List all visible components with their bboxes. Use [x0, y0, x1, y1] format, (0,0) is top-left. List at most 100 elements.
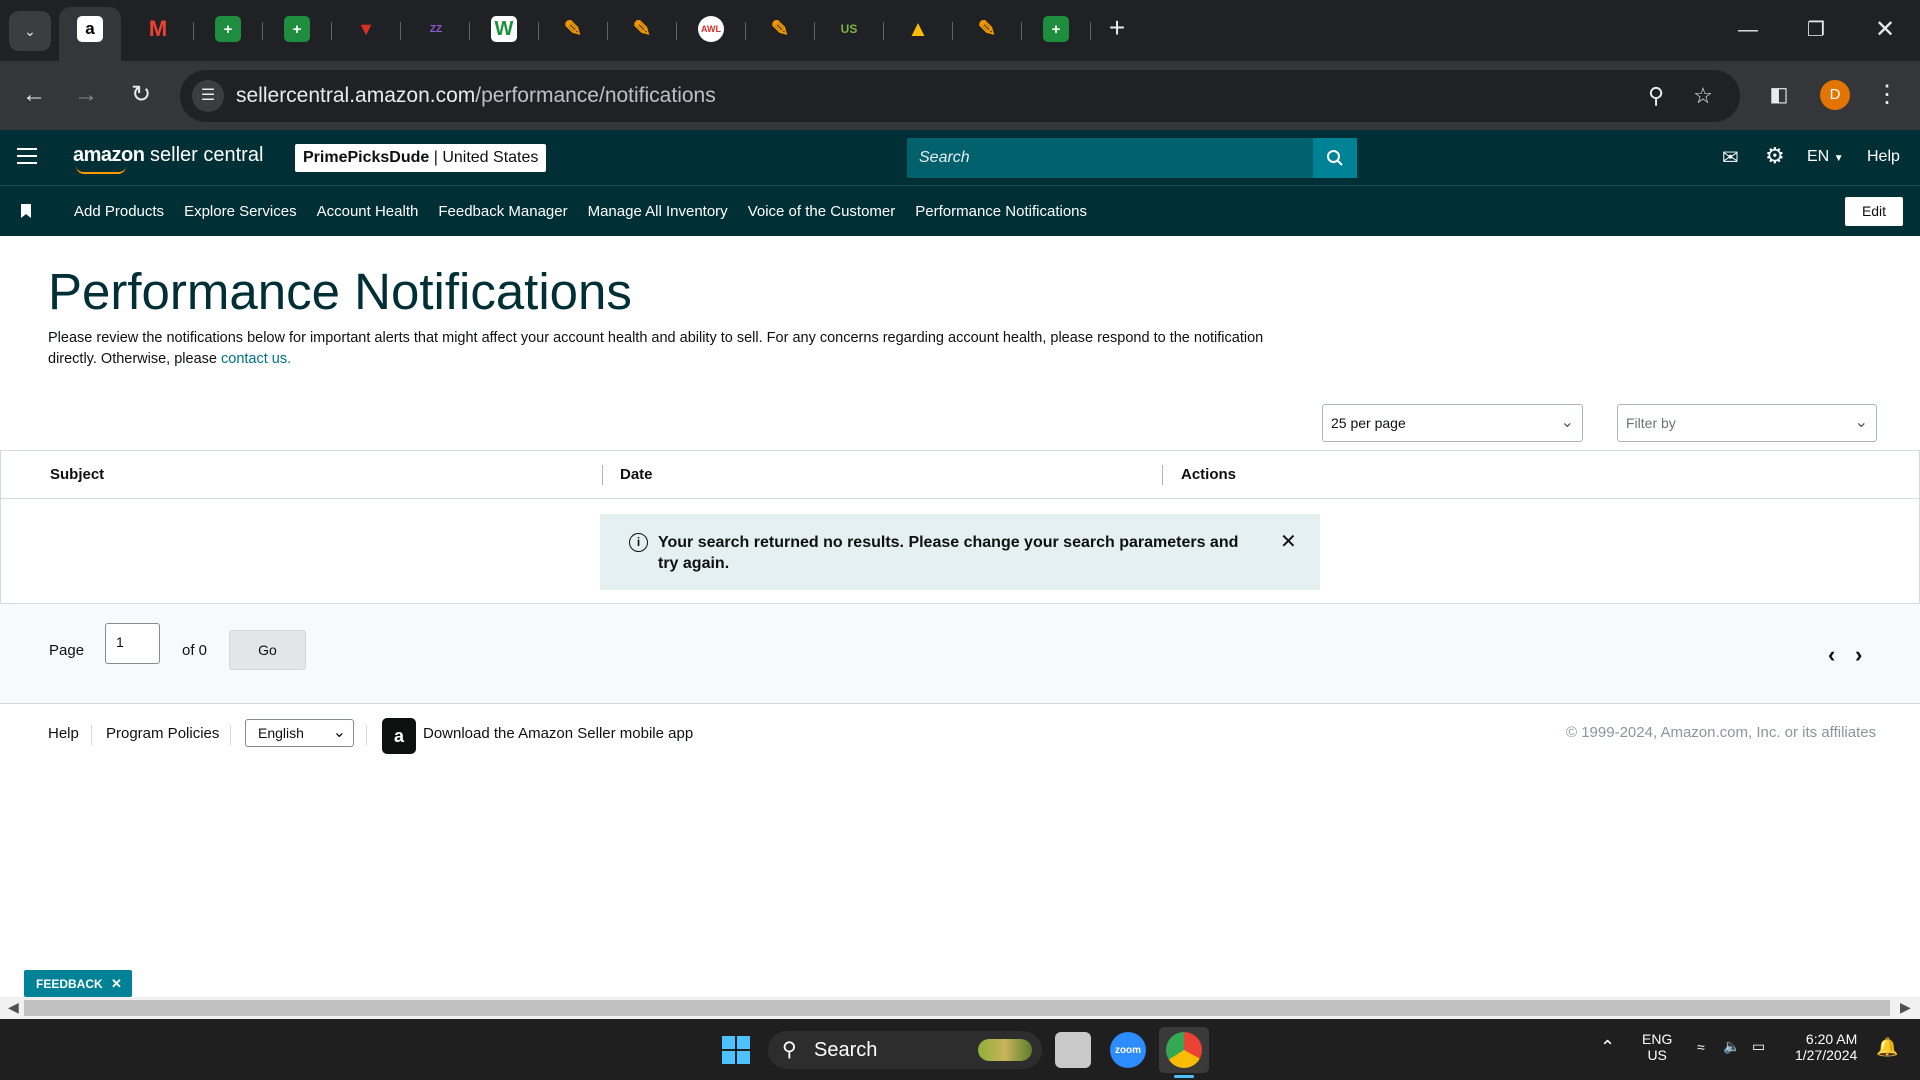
site-info-icon[interactable]: ☰ — [192, 80, 224, 112]
zoom-icon[interactable]: zoom — [1110, 1032, 1146, 1068]
sheets-icon[interactable]: + — [284, 16, 310, 42]
nav-performance-notifications[interactable]: Performance Notifications — [915, 203, 1087, 220]
amazon-icon[interactable]: a — [77, 16, 103, 42]
chevron-right-icon[interactable]: › — [1855, 642, 1862, 668]
windows-taskbar: ⚲ Search zoom ⌃ ENG US ≈ 🔈 ▭ 6:20 AM 1/2… — [0, 1019, 1920, 1080]
filter-select[interactable]: Filter by ⌄ — [1617, 404, 1877, 442]
battery-icon[interactable]: ▭ — [1752, 1038, 1765, 1055]
tab-separator — [1021, 22, 1022, 40]
file-explorer-icon[interactable] — [1055, 1032, 1091, 1068]
wifi-icon[interactable]: ≈ — [1697, 1039, 1705, 1055]
url-text[interactable]: sellercentral.amazon.com/performance/not… — [236, 84, 716, 108]
input-language-indicator[interactable]: ENG US — [1642, 1031, 1672, 1063]
clock[interactable]: 6:20 AM 1/27/2024 — [1795, 1031, 1857, 1063]
region-code: US — [1647, 1047, 1667, 1063]
column-date[interactable]: Date — [620, 466, 653, 483]
store-region: United States — [442, 149, 539, 166]
nav-account-health[interactable]: Account Health — [317, 203, 419, 220]
zoom-icon[interactable]: ⚲ — [1642, 82, 1670, 110]
search-input[interactable] — [907, 138, 1313, 178]
edit-bookmarks-button[interactable]: Edit — [1845, 197, 1903, 226]
contact-us-link[interactable]: contact us. — [221, 351, 291, 367]
feedback-button[interactable]: FEEDBACK ✕ — [24, 970, 132, 997]
orange-pencil-icon[interactable]: ✎ — [629, 16, 655, 42]
nav-manage-all-inventory[interactable]: Manage All Inventory — [588, 203, 728, 220]
address-bar[interactable]: ☰ sellercentral.amazon.com/performance/n… — [180, 70, 1740, 122]
notification-bell-icon[interactable]: 🔔 — [1876, 1037, 1898, 1058]
horizontal-scrollbar[interactable]: ◀ ▶ — [0, 997, 1920, 1019]
go-button[interactable]: Go — [229, 630, 306, 670]
w-logo-icon[interactable]: W — [491, 16, 517, 42]
profile-avatar[interactable]: D — [1820, 80, 1850, 110]
taskbar-search[interactable]: ⚲ Search — [768, 1031, 1042, 1069]
red-logo-icon[interactable]: ▼ — [353, 16, 379, 42]
notifications-table: Subject Date Actions i Your search retur… — [0, 450, 1920, 604]
column-subject[interactable]: Subject — [50, 466, 104, 483]
footer-help-link[interactable]: Help — [48, 725, 79, 742]
more-menu-icon[interactable]: ⋮ — [1871, 79, 1903, 111]
filter-placeholder: Filter by — [1626, 415, 1676, 431]
gmail-icon[interactable]: M — [145, 16, 171, 42]
program-policies-link[interactable]: Program Policies — [106, 725, 219, 742]
tab-search-button[interactable]: ⌄ — [9, 11, 51, 51]
language-selector[interactable]: EN ▼ — [1807, 148, 1844, 166]
volume-icon[interactable]: 🔈 — [1723, 1038, 1740, 1055]
column-divider — [602, 465, 603, 485]
nav-explore-services[interactable]: Explore Services — [184, 203, 297, 220]
amazon-app-icon[interactable]: a — [382, 718, 416, 754]
minimize-icon[interactable]: — — [1734, 16, 1762, 44]
seller-central-logo[interactable]: amazon seller central — [73, 144, 263, 174]
reload-icon[interactable]: ↻ — [125, 79, 157, 111]
close-icon[interactable]: ✕ — [1280, 529, 1297, 554]
forward-icon[interactable]: → — [70, 79, 102, 111]
column-actions: Actions — [1181, 466, 1237, 483]
footer-language-select[interactable]: English ⌄ — [245, 719, 354, 747]
download-app-link[interactable]: Download the Amazon Seller mobile app — [423, 725, 693, 742]
circle-logo-icon[interactable]: AWL — [698, 16, 724, 42]
copyright-text: © 1999-2024, Amazon.com, Inc. or its aff… — [1566, 724, 1877, 741]
info-icon: i — [629, 533, 648, 552]
browser-tab-bar: ⌄ a M + + ▼ ZZ W ✎ ✎ AWL ✎ US ▲ ✎ + + — … — [0, 0, 1920, 61]
per-page-select[interactable]: 25 per page ⌄ — [1322, 404, 1583, 442]
nav-feedback-manager[interactable]: Feedback Manager — [438, 203, 567, 220]
nav-add-products[interactable]: Add Products — [74, 203, 164, 220]
page-title: Performance Notifications — [48, 263, 632, 320]
store-selector[interactable]: PrimePicksDude | United States — [295, 144, 547, 172]
bookmark-star-icon[interactable]: ☆ — [1689, 82, 1717, 110]
nav-voice-of-the-customer[interactable]: Voice of the Customer — [748, 203, 896, 220]
per-page-value: 25 per page — [1331, 415, 1406, 431]
mail-icon[interactable]: ✉ — [1722, 145, 1739, 170]
header-help-link[interactable]: Help — [1867, 148, 1900, 166]
new-tab-button[interactable]: + — [1103, 14, 1131, 42]
orange-pencil-icon[interactable]: ✎ — [974, 16, 1000, 42]
orange-pencil-icon[interactable]: ✎ — [767, 16, 793, 42]
amazon-smile-icon — [76, 166, 126, 174]
tray-overflow-chevron-icon[interactable]: ⌃ — [1600, 1037, 1615, 1058]
orange-pencil-icon[interactable]: ✎ — [560, 16, 586, 42]
google-drive-icon[interactable]: ▲ — [905, 16, 931, 42]
close-icon[interactable]: ✕ — [111, 976, 122, 991]
page-number-input[interactable]: 1 — [105, 623, 160, 664]
chrome-icon[interactable] — [1166, 1032, 1202, 1068]
chevron-left-icon[interactable]: ‹ — [1828, 642, 1835, 668]
close-icon[interactable]: ✕ — [1871, 16, 1899, 44]
settings-gear-icon[interactable]: ⚙ — [1765, 143, 1785, 169]
sheets-icon[interactable]: + — [215, 16, 241, 42]
us-foods-icon[interactable]: US — [836, 16, 862, 42]
sheets-icon[interactable]: + — [1043, 16, 1069, 42]
search-icon — [1327, 150, 1343, 166]
hamburger-menu-icon[interactable] — [17, 148, 37, 164]
search-button[interactable] — [1313, 138, 1357, 178]
column-divider — [1162, 465, 1163, 485]
colorful-logo-icon[interactable]: ZZ — [423, 16, 449, 42]
back-icon[interactable]: ← — [18, 79, 50, 111]
side-panel-icon[interactable]: ◧ — [1763, 79, 1795, 111]
scroll-right-icon[interactable]: ▶ — [1900, 999, 1911, 1016]
footer-divider — [366, 725, 367, 745]
bookmark-icon[interactable] — [21, 204, 31, 218]
url-domain: sellercentral.amazon.com — [236, 84, 476, 107]
restore-icon[interactable]: ❐ — [1802, 16, 1830, 44]
scroll-left-icon[interactable]: ◀ — [8, 999, 19, 1016]
windows-start-icon[interactable] — [722, 1036, 750, 1064]
scrollbar-thumb[interactable] — [24, 1000, 1890, 1016]
